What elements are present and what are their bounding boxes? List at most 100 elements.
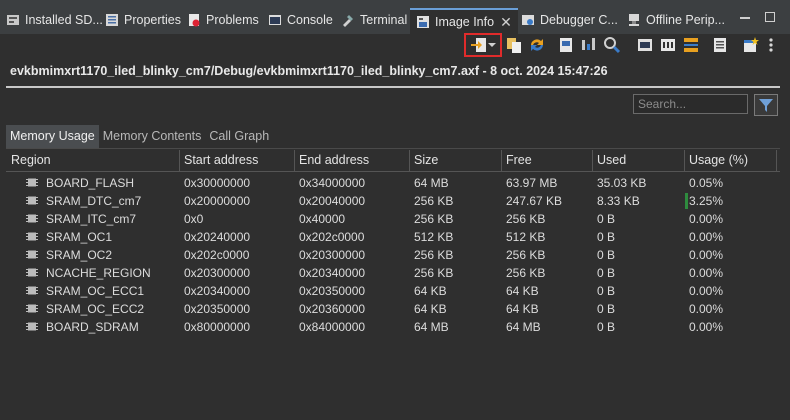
table-row[interactable]: SRAM_OC_ECC2 0x20350000 0x20360000 64 KB 64 … xyxy=(6,300,780,318)
tab-terminal[interactable]: Terminal xyxy=(341,9,407,31)
column-header-region[interactable]: Region xyxy=(11,153,51,167)
table-row[interactable]: NCACHE_REGION 0x20300000 0x20340000 256 KB 2… xyxy=(6,264,780,282)
tab-label: Offline Perip... xyxy=(646,13,725,27)
column-separator[interactable] xyxy=(409,150,410,172)
tab-call-graph[interactable]: Call Graph xyxy=(205,125,273,149)
size-cell: 512 KB xyxy=(414,230,454,244)
memory-chip-icon xyxy=(26,249,38,260)
minimize-icon[interactable] xyxy=(740,17,750,19)
refresh-icon xyxy=(531,39,543,51)
filter-button[interactable] xyxy=(754,94,778,116)
memory-chip-icon xyxy=(26,177,38,188)
debugger-icon xyxy=(521,13,535,27)
end-address-cell: 0x84000000 xyxy=(299,320,366,334)
close-icon[interactable]: ✕ xyxy=(500,14,512,31)
column-header-size[interactable]: Size xyxy=(414,153,438,167)
tab-label: Properties xyxy=(124,13,181,27)
properties-button[interactable] xyxy=(557,36,575,54)
column-separator[interactable] xyxy=(592,150,593,172)
size-cell: 64 MB xyxy=(414,176,449,190)
tab-memory-contents[interactable]: Memory Contents xyxy=(99,125,206,149)
tabs-divider xyxy=(6,148,780,149)
usage-bar xyxy=(685,193,688,209)
start-address-cell: 0x0 xyxy=(184,212,204,226)
usage-cell: 0.00% xyxy=(689,230,724,244)
table-row[interactable]: SRAM_OC1 0x20240000 0x202c0000 512 KB 512 KB… xyxy=(6,228,780,246)
copy-icon xyxy=(507,38,521,53)
used-cell: 0 B xyxy=(597,248,616,262)
tab-debugger-console[interactable]: Debugger C... xyxy=(521,9,618,31)
more-vertical-icon xyxy=(769,38,773,52)
free-cell: 256 KB xyxy=(506,266,546,280)
column-separator[interactable] xyxy=(294,150,295,172)
details-button[interactable] xyxy=(711,36,729,54)
free-cell: 247.67 KB xyxy=(506,194,563,208)
table-row[interactable]: SRAM_OC_ECC1 0x20340000 0x20350000 64 KB 64 … xyxy=(6,282,780,300)
column-separator[interactable] xyxy=(501,150,502,172)
image-info-icon xyxy=(416,15,430,29)
new-view-button[interactable] xyxy=(742,36,760,54)
tab-installed-sdks[interactable]: Installed SD... xyxy=(6,9,103,31)
tab-problems[interactable]: Problems xyxy=(187,9,259,31)
free-cell: 64 KB xyxy=(506,302,539,316)
column-separator[interactable] xyxy=(179,150,180,172)
binary-icon xyxy=(661,39,675,51)
view-menu-button[interactable] xyxy=(766,36,776,54)
image-file-info: evkbmimxrt1170_iled_blinky_cm7/Debug/evk… xyxy=(10,64,608,78)
divider xyxy=(6,86,780,88)
start-address-cell: 0x20340000 xyxy=(184,284,251,298)
memory-chip-icon xyxy=(26,303,38,314)
console-icon xyxy=(268,13,282,27)
tab-console[interactable]: Console xyxy=(268,9,333,31)
properties-icon xyxy=(105,13,119,27)
problems-icon xyxy=(187,13,201,27)
start-address-cell: 0x20350000 xyxy=(184,302,251,316)
used-cell: 35.03 KB xyxy=(597,176,647,190)
tab-offline-peripherals[interactable]: Offline Perip... xyxy=(627,9,725,31)
table-row[interactable]: SRAM_OC2 0x202c0000 0x20300000 256 KB 256 KB… xyxy=(6,246,780,264)
usage-cell: 0.00% xyxy=(689,266,724,280)
column-header-start-address[interactable]: Start address xyxy=(184,153,258,167)
used-cell: 8.33 KB xyxy=(597,194,640,208)
column-header-usage[interactable]: Usage (%) xyxy=(689,153,748,167)
tab-memory-usage[interactable]: Memory Usage xyxy=(6,125,99,149)
column-header-used[interactable]: Used xyxy=(597,153,626,167)
region-cell: SRAM_OC_ECC1 xyxy=(46,284,145,298)
run-button[interactable] xyxy=(636,36,654,54)
search-input[interactable] xyxy=(633,94,748,114)
usage-cell: 0.00% xyxy=(689,212,724,226)
column-header-end-address[interactable]: End address xyxy=(299,153,369,167)
refresh-button[interactable] xyxy=(528,36,546,54)
free-cell: 256 KB xyxy=(506,212,546,226)
tab-label: Installed SD... xyxy=(25,13,103,27)
collapse-button[interactable] xyxy=(682,36,700,54)
table-row[interactable]: BOARD_SDRAM 0x80000000 0x84000000 64 MB 64 M… xyxy=(6,318,780,336)
column-separator[interactable] xyxy=(776,150,777,172)
tab-properties[interactable]: Properties xyxy=(105,9,181,31)
column-separator[interactable] xyxy=(684,150,685,172)
column-header-free[interactable]: Free xyxy=(506,153,532,167)
sort-button[interactable] xyxy=(580,36,598,54)
copy-button[interactable] xyxy=(505,36,523,54)
start-address-cell: 0x30000000 xyxy=(184,176,251,190)
search-button[interactable] xyxy=(603,36,621,54)
table-row[interactable]: SRAM_DTC_cm7 0x20000000 0x20040000 256 KB 24… xyxy=(6,192,780,210)
tab-image-info[interactable]: Image Info ✕ xyxy=(410,8,518,34)
document-icon xyxy=(560,38,572,52)
used-cell: 0 B xyxy=(597,284,616,298)
end-address-cell: 0x20040000 xyxy=(299,194,366,208)
end-address-cell: 0x202c0000 xyxy=(299,230,365,244)
new-window-icon xyxy=(744,37,759,52)
offline-peripherals-icon xyxy=(627,13,641,27)
maximize-icon[interactable] xyxy=(765,12,775,22)
terminal-icon xyxy=(341,13,355,27)
binary-button[interactable] xyxy=(659,36,677,54)
run-icon xyxy=(638,39,652,51)
usage-cell: 0.00% xyxy=(689,320,724,334)
region-cell: BOARD_SDRAM xyxy=(46,320,139,334)
view-tab-bar: Installed SD... Properties Problems Cons… xyxy=(0,0,790,34)
region-cell: SRAM_OC1 xyxy=(46,230,113,244)
table-row[interactable]: SRAM_ITC_cm7 0x0 0x40000 256 KB 256 KB 0 B 0.0… xyxy=(6,210,780,228)
size-cell: 64 KB xyxy=(414,302,447,316)
table-row[interactable]: BOARD_FLASH 0x30000000 0x34000000 64 MB 63.9… xyxy=(6,174,780,192)
